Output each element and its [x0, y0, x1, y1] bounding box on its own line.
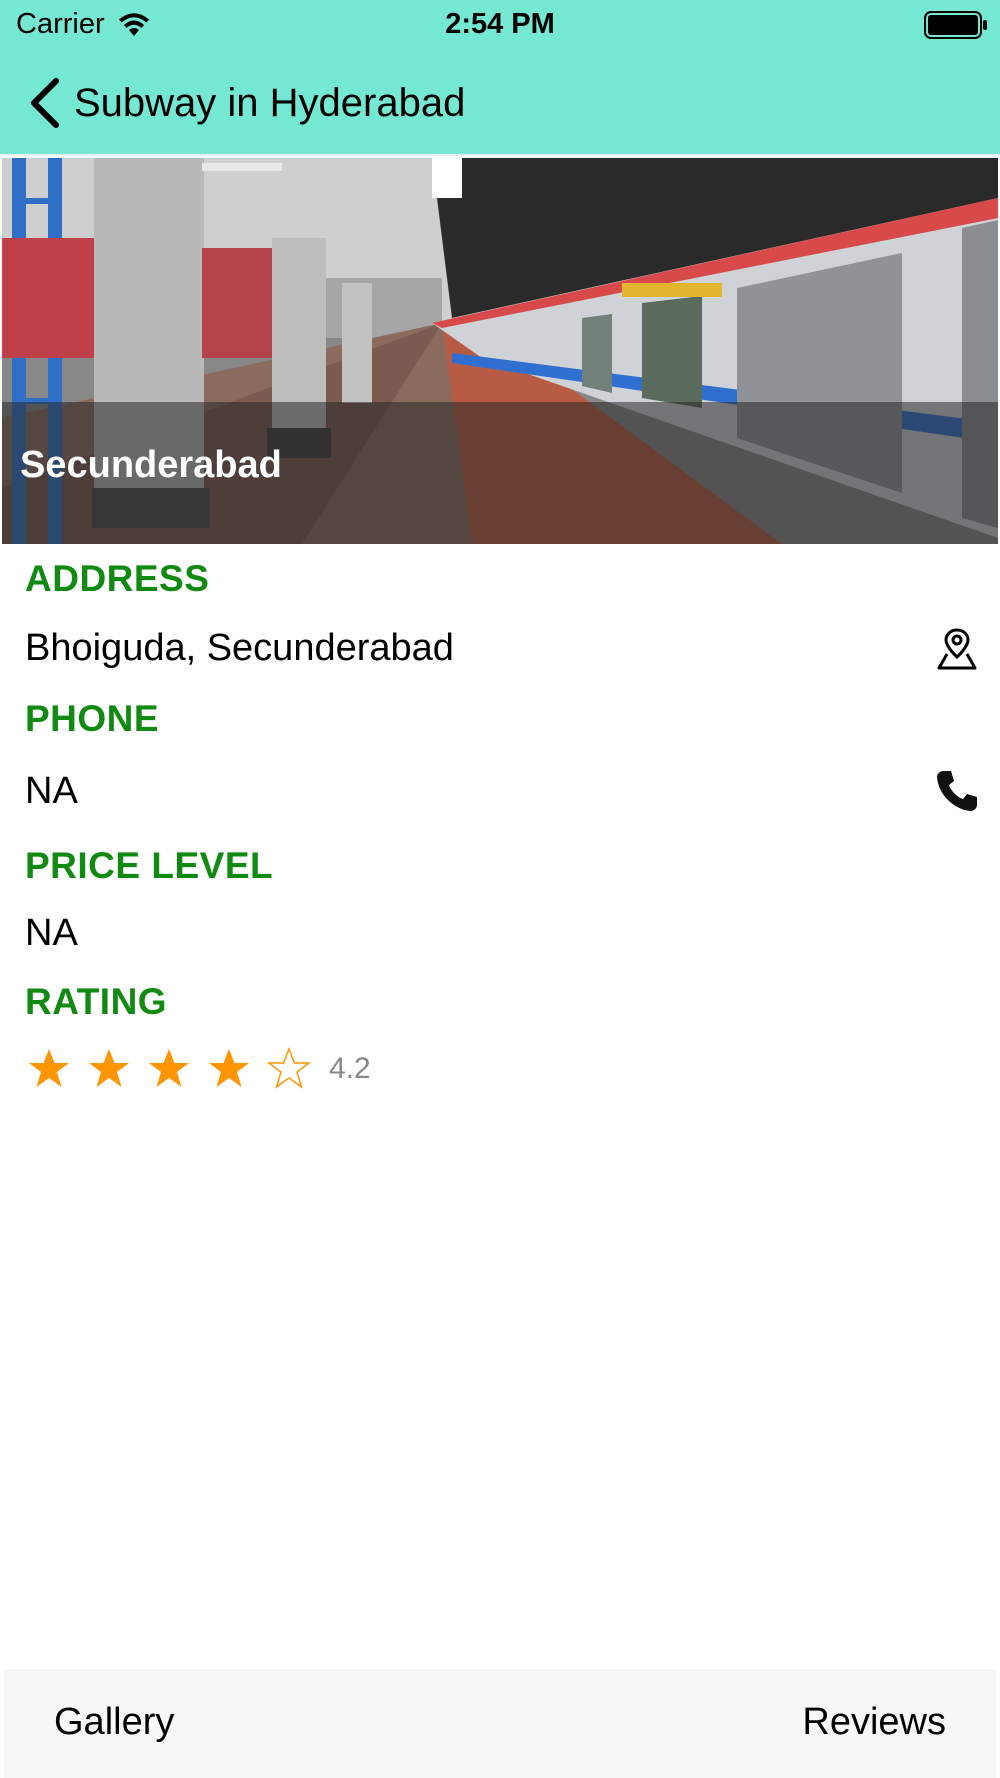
- phone-icon[interactable]: [934, 768, 980, 814]
- status-bar: Carrier 2:54 PM: [0, 0, 1000, 50]
- phone-value: NA: [25, 770, 78, 812]
- reviews-button[interactable]: Reviews: [802, 1701, 946, 1744]
- battery-icon: [924, 11, 987, 39]
- price-level-label: PRICE LEVEL: [25, 845, 274, 886]
- star-filled-icon: [89, 1049, 129, 1087]
- address-label: ADDRESS: [25, 558, 210, 599]
- rating-label: RATING: [25, 981, 168, 1022]
- screen: Carrier 2:54 PM Subway in Hyderabad Secu…: [0, 0, 1000, 1778]
- place-name: Secunderabad: [20, 444, 282, 486]
- nav-title: Subway in Hyderabad: [74, 80, 466, 125]
- rating-value: 4.2: [329, 1052, 371, 1085]
- star-filled-icon: [29, 1049, 69, 1087]
- bottom-toolbar: Gallery Reviews: [4, 1670, 996, 1778]
- star-empty-icon: [266, 1046, 312, 1089]
- hero-image: Secunderabad: [2, 158, 998, 544]
- nav-divider: [0, 154, 1000, 156]
- chevron-left-icon: [31, 78, 59, 128]
- star-filled-icon: [149, 1049, 189, 1087]
- phone-label: PHONE: [25, 698, 160, 739]
- back-button[interactable]: Subway in Hyderabad: [26, 76, 465, 130]
- star-filled-icon: [209, 1049, 249, 1087]
- navigation-bar: Subway in Hyderabad: [0, 56, 1000, 152]
- status-time: 2:54 PM: [445, 8, 555, 40]
- map-pin-icon[interactable]: [934, 626, 980, 672]
- rating-stars: 4.2: [25, 1043, 371, 1095]
- price-level-value: NA: [25, 912, 78, 954]
- header: Carrier 2:54 PM Subway in Hyderabad: [0, 0, 1000, 156]
- gallery-button[interactable]: Gallery: [54, 1701, 174, 1744]
- address-value: Bhoiguda, Secunderabad: [25, 627, 454, 669]
